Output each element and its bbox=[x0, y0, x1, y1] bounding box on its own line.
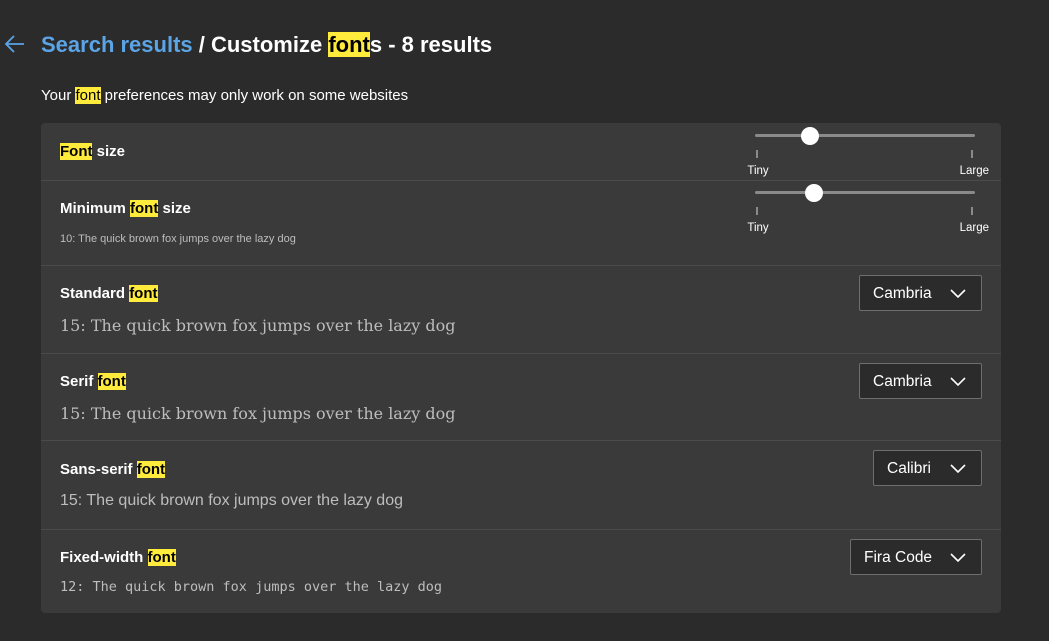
slider-thumb[interactable] bbox=[805, 184, 824, 202]
chevron-down-icon bbox=[949, 372, 967, 390]
slider-tick bbox=[756, 207, 758, 215]
serif-font-row: Serif font 15: The quick brown fox jumps… bbox=[41, 353, 1001, 441]
subtitle-highlight: font bbox=[75, 87, 101, 104]
minimum-font-size-row: Minimum font size 10: The quick brown fo… bbox=[41, 180, 1001, 266]
sans-serif-font-label: Sans-serif font bbox=[60, 461, 166, 478]
page-subtitle: Your font preferences may only work on s… bbox=[41, 86, 408, 106]
title-suffix: s - 8 results bbox=[369, 32, 493, 57]
font-size-label: Font size bbox=[60, 143, 126, 160]
font-size-row: Font size Tiny Large bbox=[41, 123, 1001, 181]
page-title: Search results / Customize fonts - 8 res… bbox=[41, 30, 492, 60]
dropdown-value: Fira Code bbox=[864, 549, 933, 566]
font-settings-card: Font size Tiny Large Minimum font size 1… bbox=[41, 123, 1001, 613]
slider-thumb[interactable] bbox=[801, 127, 819, 145]
fixed-width-font-row: Fixed-width font 12: The quick brown fox… bbox=[41, 529, 1001, 613]
minimum-font-size-label: Minimum font size bbox=[60, 200, 191, 217]
title-highlight: font bbox=[328, 32, 370, 57]
standard-font-row: Standard font 15: The quick brown fox ju… bbox=[41, 265, 1001, 354]
slider-tick bbox=[756, 150, 758, 158]
font-size-slider[interactable]: Tiny Large bbox=[747, 125, 989, 177]
slider-tick bbox=[971, 150, 973, 158]
dropdown-value: Cambria bbox=[873, 373, 932, 390]
slider-track[interactable] bbox=[755, 134, 975, 137]
label-highlight: font bbox=[136, 461, 166, 478]
standard-font-sample: 15: The quick brown fox jumps over the l… bbox=[60, 316, 456, 335]
minimum-font-sample: 10: The quick brown fox jumps over the l… bbox=[60, 233, 296, 245]
sans-serif-font-sample: 15: The quick brown fox jumps over the l… bbox=[60, 492, 403, 509]
serif-font-dropdown[interactable]: Cambria bbox=[859, 363, 982, 399]
chevron-down-icon bbox=[949, 548, 967, 566]
back-arrow-icon[interactable] bbox=[4, 30, 28, 58]
chevron-down-icon bbox=[949, 284, 967, 302]
title-prefix: / Customize bbox=[192, 32, 329, 57]
label-highlight: font bbox=[129, 285, 158, 302]
chevron-down-icon bbox=[949, 459, 967, 477]
serif-font-sample: 15: The quick brown fox jumps over the l… bbox=[60, 404, 456, 423]
label-highlight: Font bbox=[60, 143, 93, 160]
page-header: Search results / Customize fonts - 8 res… bbox=[0, 28, 1049, 62]
standard-font-dropdown[interactable]: Cambria bbox=[859, 275, 982, 311]
sans-serif-font-dropdown[interactable]: Calibri bbox=[873, 450, 982, 486]
dropdown-value: Calibri bbox=[887, 460, 931, 477]
slider-track[interactable] bbox=[755, 191, 975, 194]
slider-max-label: Large bbox=[959, 165, 989, 177]
fixed-width-font-dropdown[interactable]: Fira Code bbox=[850, 539, 982, 575]
sans-serif-font-row: Sans-serif font 15: The quick brown fox … bbox=[41, 440, 1001, 530]
minimum-font-size-slider[interactable]: Tiny Large bbox=[747, 182, 989, 234]
slider-tick bbox=[971, 207, 973, 215]
standard-font-label: Standard font bbox=[60, 285, 158, 302]
label-highlight: font bbox=[97, 373, 126, 390]
dropdown-value: Cambria bbox=[873, 285, 932, 302]
fixed-width-font-label: Fixed-width font bbox=[60, 549, 176, 566]
slider-min-label: Tiny bbox=[747, 165, 769, 177]
slider-min-label: Tiny bbox=[747, 222, 769, 234]
slider-max-label: Large bbox=[959, 222, 989, 234]
serif-font-label: Serif font bbox=[60, 373, 126, 390]
fixed-width-font-sample: 12: The quick brown fox jumps over the l… bbox=[60, 579, 443, 595]
subtitle-prefix: Your bbox=[41, 87, 76, 104]
subtitle-suffix: preferences may only work on some websit… bbox=[100, 87, 409, 104]
label-highlight: font bbox=[130, 200, 159, 217]
label-highlight: font bbox=[147, 549, 176, 566]
breadcrumb-search-results[interactable]: Search results bbox=[41, 32, 193, 57]
